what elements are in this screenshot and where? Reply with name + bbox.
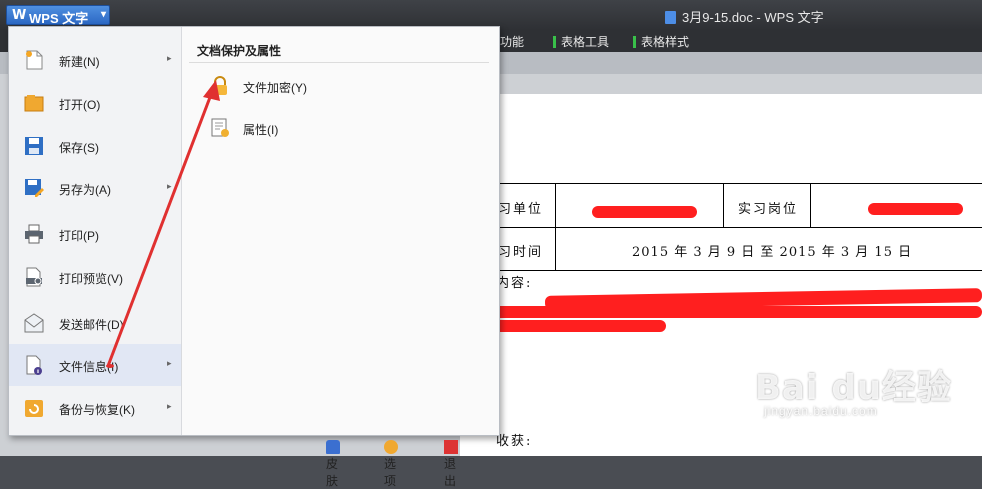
exit-button[interactable]: 退出 [444,440,463,489]
footer-label: 皮肤 [326,457,339,488]
exit-icon [444,440,458,454]
footer-label: 退出 [444,457,457,488]
options-gear-icon [384,440,398,454]
footer-label: 选项 [384,457,397,488]
annotation-arrow [106,80,220,368]
options-button[interactable]: 选项 [384,440,403,489]
skin-button[interactable]: 皮肤 [326,440,345,489]
skin-icon [326,440,340,454]
